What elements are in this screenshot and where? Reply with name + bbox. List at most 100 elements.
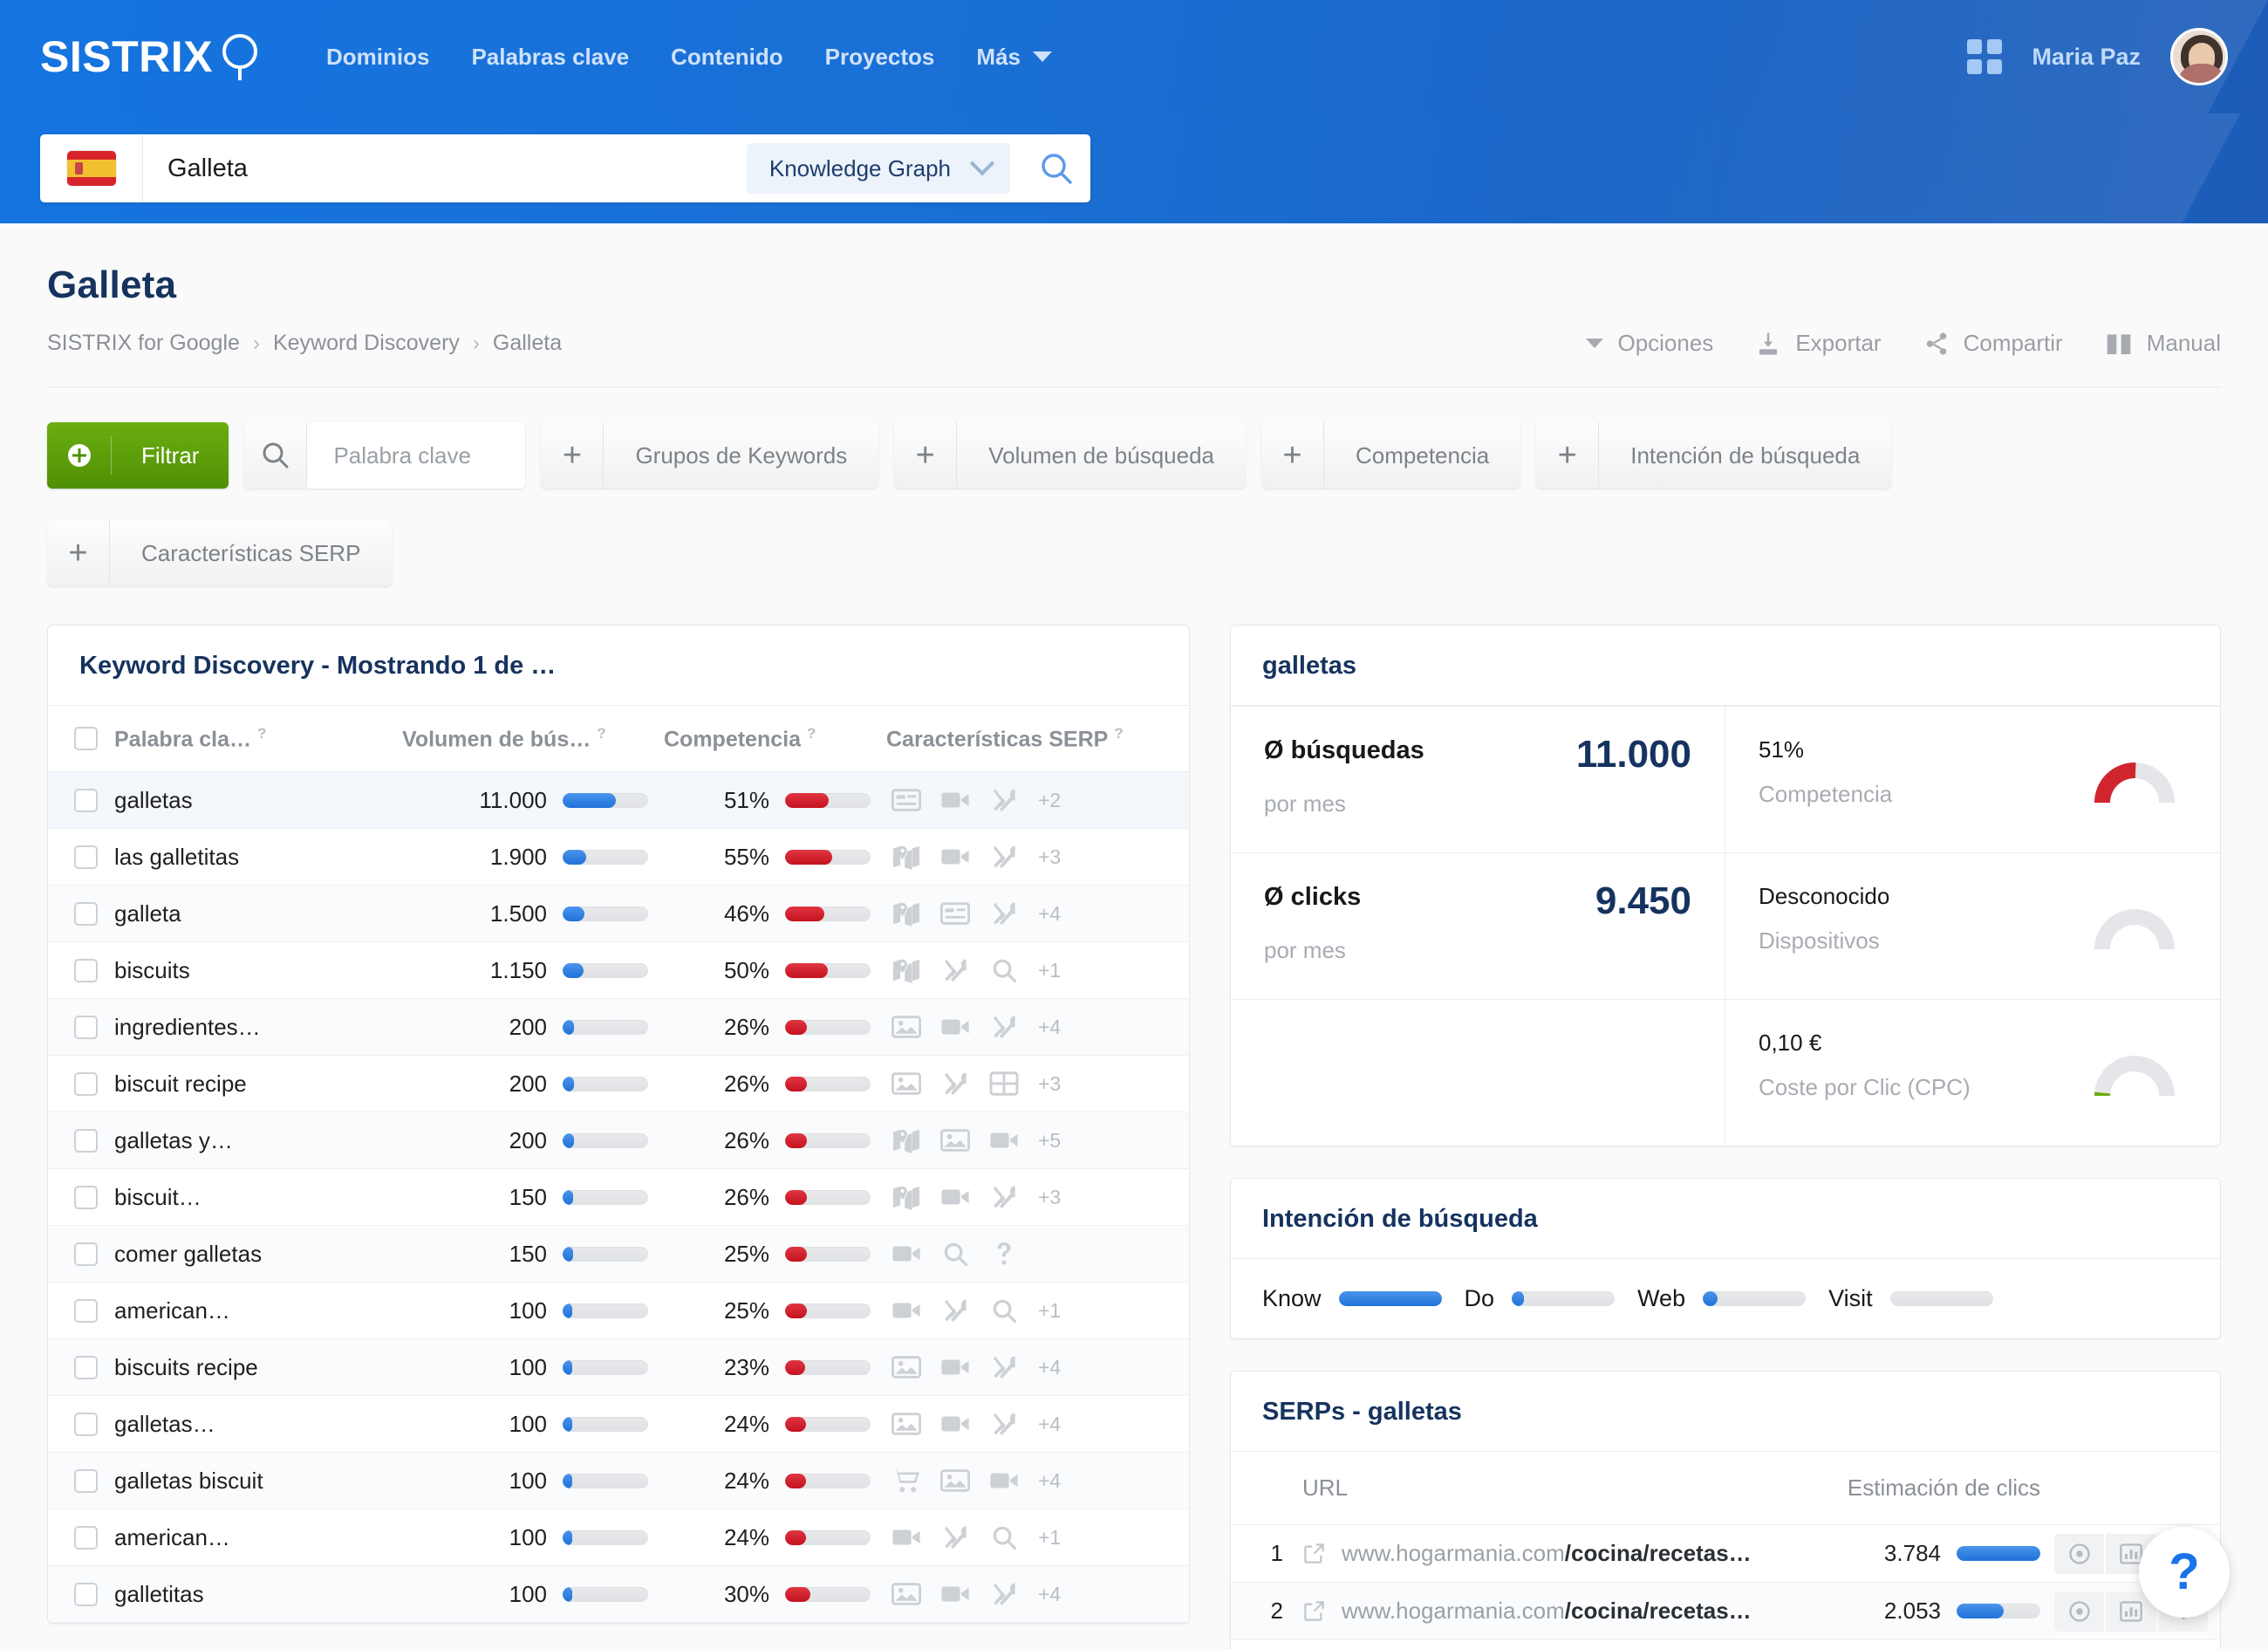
grid-icon[interactable] <box>989 1071 1019 1097</box>
video-icon[interactable] <box>891 1524 921 1550</box>
keyword-cell[interactable]: galletas… <box>114 1395 402 1454</box>
recipe-icon[interactable] <box>989 900 1019 927</box>
table-row[interactable]: galletitas 100 30% +4 <box>48 1565 1189 1624</box>
row-checkbox[interactable] <box>74 1468 98 1493</box>
table-row[interactable]: american… 100 25% +1 <box>48 1282 1189 1340</box>
image-icon[interactable] <box>891 1071 921 1097</box>
table-row[interactable]: comer galletas 150 25% <box>48 1225 1189 1283</box>
serp-url[interactable]: www.hogarmania.com/cocina/recetas… <box>1342 1598 1752 1625</box>
row-checkbox[interactable] <box>74 1412 98 1436</box>
table-row[interactable]: galletas y… 200 26% +5 <box>48 1112 1189 1170</box>
search-icon[interactable] <box>989 1297 1019 1324</box>
keyword-cell[interactable]: biscuits <box>114 941 402 1000</box>
recipe-icon[interactable] <box>989 1184 1019 1210</box>
video-icon[interactable] <box>940 844 970 870</box>
recipe-icon[interactable] <box>940 1071 970 1097</box>
row-checkbox[interactable] <box>74 845 98 869</box>
table-row[interactable]: biscuits recipe 100 23% +4 <box>48 1338 1189 1397</box>
nav-item-palabras-clave[interactable]: Palabras clave <box>471 44 629 71</box>
eye-icon[interactable] <box>2054 1533 2105 1574</box>
serp-more-count[interactable]: +4 <box>1038 1016 1061 1039</box>
question-icon[interactable] <box>989 1241 1019 1267</box>
search-icon[interactable] <box>989 1524 1019 1550</box>
map-icon[interactable] <box>891 1184 921 1211</box>
column-header-competition[interactable]: Competencia? <box>664 706 886 773</box>
search-input[interactable] <box>143 154 747 183</box>
external-link-icon[interactable] <box>1302 1599 1326 1623</box>
keyword-cell[interactable]: las galletitas <box>114 828 402 886</box>
row-checkbox[interactable] <box>74 1242 98 1266</box>
serp-more-count[interactable]: +4 <box>1038 1413 1061 1436</box>
serp-more-count[interactable]: +1 <box>1038 1299 1061 1323</box>
filter-chip-caracteristicas-serp[interactable]: + Características SERP <box>47 520 393 586</box>
table-row[interactable]: galletas… 100 24% +4 <box>48 1395 1189 1454</box>
row-checkbox[interactable] <box>74 1355 98 1379</box>
row-checkbox[interactable] <box>74 1298 98 1323</box>
keyword-cell[interactable]: ingredientes… <box>114 998 402 1057</box>
help-button[interactable]: ? <box>2139 1527 2230 1618</box>
recipe-icon[interactable] <box>989 1581 1019 1607</box>
search-icon[interactable] <box>940 1241 970 1267</box>
video-icon[interactable] <box>940 1581 970 1607</box>
manual-button[interactable]: Manual <box>2105 330 2221 357</box>
select-all-checkbox[interactable] <box>74 727 98 751</box>
keyword-cell[interactable]: galletitas <box>114 1565 402 1624</box>
serp-more-count[interactable]: +4 <box>1038 1356 1061 1379</box>
user-name-label[interactable]: Maria Paz <box>2032 44 2141 71</box>
serp-more-count[interactable]: +1 <box>1038 1526 1061 1550</box>
exportar-button[interactable]: Exportar <box>1755 330 1882 357</box>
column-header-serp-features[interactable]: Características SERP? <box>886 706 1189 773</box>
serp-row[interactable]: 3www.directoalpaladar.com/postres/ci…1.5… <box>1231 1639 2220 1649</box>
column-header-keyword[interactable]: Palabra cla…? <box>114 706 402 773</box>
external-link-icon[interactable] <box>1302 1542 1326 1565</box>
serp-more-count[interactable]: +3 <box>1038 1186 1061 1209</box>
filter-chip-grupos-de-keywords[interactable]: + Grupos de Keywords <box>541 422 879 489</box>
table-row[interactable]: ingredientes… 200 26% +4 <box>48 998 1189 1057</box>
keyword-cell[interactable]: biscuit recipe <box>114 1055 402 1113</box>
keyword-cell[interactable]: biscuits recipe <box>114 1338 402 1397</box>
opciones-button[interactable]: Opciones <box>1586 330 1713 357</box>
row-checkbox[interactable] <box>74 1582 98 1606</box>
breadcrumb-item-1[interactable]: Keyword Discovery <box>273 331 460 356</box>
video-icon[interactable] <box>891 1241 921 1267</box>
nav-item-proyectos[interactable]: Proyectos <box>825 44 935 71</box>
serp-more-count[interactable]: +3 <box>1038 1072 1061 1096</box>
video-icon[interactable] <box>891 1297 921 1324</box>
recipe-icon[interactable] <box>940 1524 970 1550</box>
column-header-volume[interactable]: Volumen de bús…? <box>402 706 664 773</box>
serp-more-count[interactable]: +5 <box>1038 1129 1061 1153</box>
nav-item-contenido[interactable]: Contenido <box>671 44 783 71</box>
serp-more-count[interactable]: +4 <box>1038 1583 1061 1606</box>
image-icon[interactable] <box>891 1411 921 1437</box>
video-icon[interactable] <box>989 1127 1019 1153</box>
search-submit-button[interactable] <box>1022 134 1090 202</box>
video-icon[interactable] <box>940 1411 970 1437</box>
table-row[interactable]: american… 100 24% +1 <box>48 1509 1189 1567</box>
image-icon[interactable] <box>891 1581 921 1607</box>
keyword-filter-input[interactable] <box>307 422 526 489</box>
recipe-icon[interactable] <box>989 1354 1019 1380</box>
avatar[interactable] <box>2170 28 2228 86</box>
search-icon[interactable] <box>989 957 1019 983</box>
row-checkbox[interactable] <box>74 1128 98 1153</box>
eye-icon[interactable] <box>2054 1591 2105 1632</box>
nav-item-mas[interactable]: Más <box>976 44 1052 71</box>
row-checkbox[interactable] <box>74 1525 98 1550</box>
help-icon[interactable]: ? <box>597 725 605 742</box>
row-checkbox[interactable] <box>74 1185 98 1209</box>
serp-more-count[interactable]: +4 <box>1038 1469 1061 1493</box>
compartir-button[interactable]: Compartir <box>1923 330 2063 357</box>
sistrix-logo[interactable]: SISTRIX <box>40 31 269 82</box>
map-icon[interactable] <box>891 957 921 984</box>
news-icon[interactable] <box>891 787 921 813</box>
serp-row[interactable]: 2 www.hogarmania.com/cocina/recetas… 2.053 <box>1231 1582 2220 1640</box>
keyword-cell[interactable]: american… <box>114 1509 402 1567</box>
row-checkbox[interactable] <box>74 901 98 926</box>
row-checkbox[interactable] <box>74 958 98 982</box>
cart-icon[interactable] <box>891 1468 921 1494</box>
table-row[interactable]: biscuit recipe 200 26% +3 <box>48 1055 1189 1113</box>
recipe-icon[interactable] <box>940 957 970 983</box>
recipe-icon[interactable] <box>989 844 1019 870</box>
keyword-cell[interactable]: galletas biscuit <box>114 1452 402 1510</box>
video-icon[interactable] <box>940 787 970 813</box>
